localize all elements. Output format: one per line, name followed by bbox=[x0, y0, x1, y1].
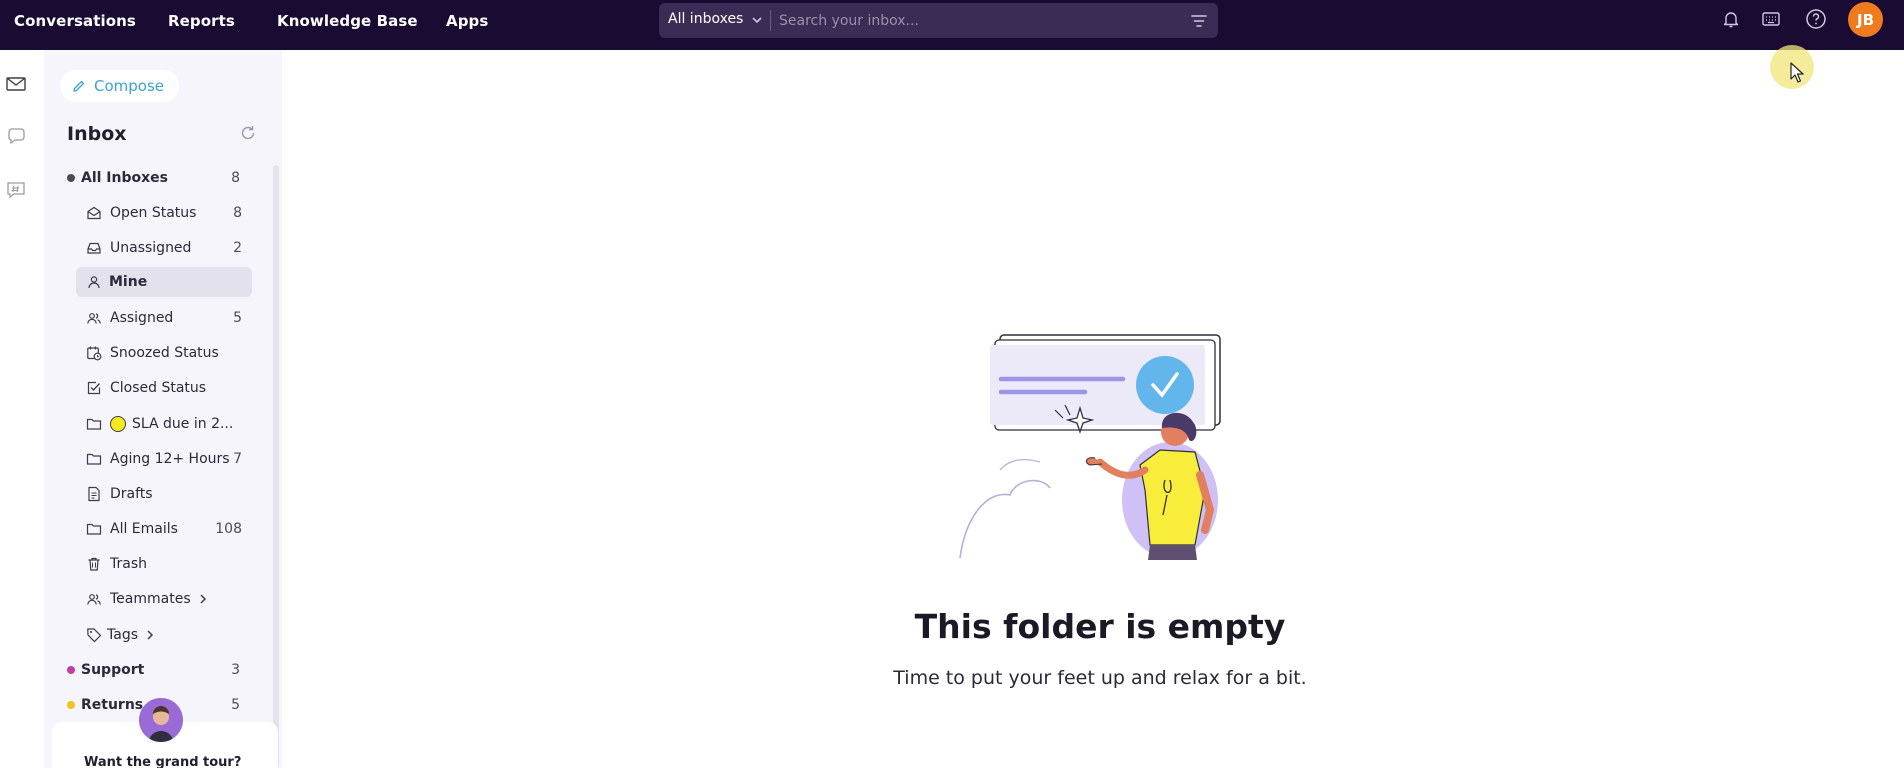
compose-button[interactable]: Compose bbox=[60, 70, 180, 102]
sidebar-item-label: All Emails bbox=[110, 521, 178, 537]
chevron-right-icon[interactable] bbox=[197, 593, 209, 605]
help-icon[interactable] bbox=[1805, 8, 1827, 30]
sidebar-item-drafts[interactable]: Drafts bbox=[84, 479, 250, 509]
sidebar-item-all-emails[interactable]: All Emails 108 bbox=[84, 514, 250, 544]
refresh-icon[interactable] bbox=[239, 124, 257, 142]
folder-icon bbox=[86, 418, 102, 430]
pencil-icon bbox=[73, 80, 85, 92]
keyboard-icon[interactable] bbox=[1760, 8, 1782, 30]
inbox-dot bbox=[67, 701, 75, 709]
sidebar-item-closed-status[interactable]: Closed Status bbox=[84, 373, 250, 403]
sidebar-item-tags[interactable]: Tags bbox=[84, 620, 250, 650]
yellow-circle-icon bbox=[110, 416, 126, 432]
calendar-clock-icon bbox=[87, 346, 102, 361]
chevron-down-icon[interactable] bbox=[750, 13, 764, 27]
sidebar-item-count: 8 bbox=[231, 170, 240, 186]
inbox-icon bbox=[87, 242, 101, 254]
sidebar-item-all-inboxes[interactable]: All Inboxes 8 bbox=[64, 163, 248, 193]
sidebar-item-label: Teammates bbox=[110, 591, 191, 607]
users-icon bbox=[87, 313, 101, 324]
nav-apps[interactable]: Apps bbox=[446, 12, 488, 30]
sidebar-item-snoozed-status[interactable]: Snoozed Status bbox=[84, 338, 250, 368]
tag-icon bbox=[87, 628, 102, 643]
empty-state-subtitle: Time to put your feet up and relax for a… bbox=[893, 667, 1307, 689]
sidebar-item-label: Unassigned bbox=[110, 240, 192, 256]
mouse-cursor-icon bbox=[1790, 62, 1804, 83]
tour-guide-avatar bbox=[139, 698, 183, 742]
sidebar-item-unassigned[interactable]: Unassigned 2 bbox=[84, 233, 250, 263]
chevron-right-icon[interactable] bbox=[144, 629, 156, 641]
sidebar-item-aging[interactable]: Aging 12+ Hours 7 bbox=[84, 444, 250, 474]
sidebar-item-label: Closed Status bbox=[110, 380, 207, 396]
sidebar-item-label: Tags bbox=[107, 627, 138, 643]
grand-tour-text: Want the grand tour? bbox=[84, 755, 242, 768]
bell-icon[interactable] bbox=[1720, 8, 1742, 30]
sidebar-scrollbar[interactable] bbox=[273, 165, 279, 768]
nav-conversations[interactable]: Conversations bbox=[14, 12, 136, 30]
users-icon bbox=[87, 594, 101, 605]
sidebar-item-label: Drafts bbox=[110, 486, 153, 502]
empty-state-title: This folder is empty bbox=[914, 607, 1286, 646]
chat-icon[interactable] bbox=[5, 126, 27, 148]
search-input[interactable] bbox=[779, 5, 1179, 36]
channel-message-icon[interactable] bbox=[5, 179, 27, 201]
sidebar-item-label: Mine bbox=[109, 274, 148, 290]
folder-icon bbox=[86, 453, 102, 465]
sidebar-item-label: Assigned bbox=[110, 310, 174, 326]
mail-icon[interactable] bbox=[5, 73, 27, 95]
compose-label: Compose bbox=[94, 77, 165, 95]
sidebar-item-label: Open Status bbox=[110, 205, 197, 221]
user-icon bbox=[88, 276, 100, 289]
user-avatar[interactable]: JB bbox=[1848, 2, 1883, 37]
sidebar-item-count: 108 bbox=[215, 521, 242, 537]
top-navigation-bar: Conversations Reports Knowledge Base App… bbox=[0, 0, 1904, 50]
trash-icon bbox=[88, 557, 100, 571]
search-divider bbox=[770, 10, 771, 31]
sidebar-item-open-status[interactable]: Open Status 8 bbox=[84, 198, 250, 228]
sidebar-item-label: All Inboxes bbox=[81, 170, 168, 186]
inbox-dot bbox=[67, 666, 75, 674]
search-bar: All inboxes bbox=[659, 3, 1218, 38]
app-icon-rail bbox=[0, 50, 44, 768]
document-icon bbox=[88, 486, 100, 502]
sidebar-item-count: 3 bbox=[231, 662, 240, 678]
sidebar-item-trash[interactable]: Trash bbox=[84, 549, 250, 579]
sidebar-item-count: 5 bbox=[231, 697, 240, 713]
sidebar-item-label: Snoozed Status bbox=[110, 345, 219, 361]
empty-folder-illustration bbox=[959, 334, 1221, 560]
sidebar-title: Inbox bbox=[67, 123, 127, 145]
nav-knowledge-base[interactable]: Knowledge Base bbox=[277, 12, 418, 30]
filter-icon[interactable] bbox=[1190, 12, 1208, 30]
sidebar-item-count: 7 bbox=[233, 451, 242, 467]
sidebar-item-label: Support bbox=[81, 662, 145, 678]
sidebar-item-label: SLA due in 2... bbox=[132, 416, 234, 432]
search-scope-select[interactable]: All inboxes bbox=[668, 11, 743, 27]
sidebar-item-count: 8 bbox=[233, 205, 242, 221]
sidebar-item-label: Trash bbox=[110, 556, 147, 572]
sidebar-item-label: Aging 12+ Hours bbox=[110, 451, 230, 467]
sidebar-item-count: 2 bbox=[233, 240, 242, 256]
folder-icon bbox=[86, 523, 102, 535]
sidebar-item-support[interactable]: Support 3 bbox=[64, 655, 248, 685]
sidebar-item-sla-due[interactable]: SLA due in 2... bbox=[84, 409, 250, 439]
envelope-open-icon bbox=[87, 206, 101, 220]
nav-reports[interactable]: Reports bbox=[168, 12, 235, 30]
checkbox-icon bbox=[87, 381, 101, 395]
sidebar-item-assigned[interactable]: Assigned 5 bbox=[84, 303, 250, 333]
sidebar-item-count: 5 bbox=[233, 310, 242, 326]
sidebar-item-teammates[interactable]: Teammates bbox=[84, 584, 250, 614]
sidebar-item-mine[interactable]: Mine bbox=[76, 267, 252, 297]
inbox-dot bbox=[67, 174, 75, 182]
